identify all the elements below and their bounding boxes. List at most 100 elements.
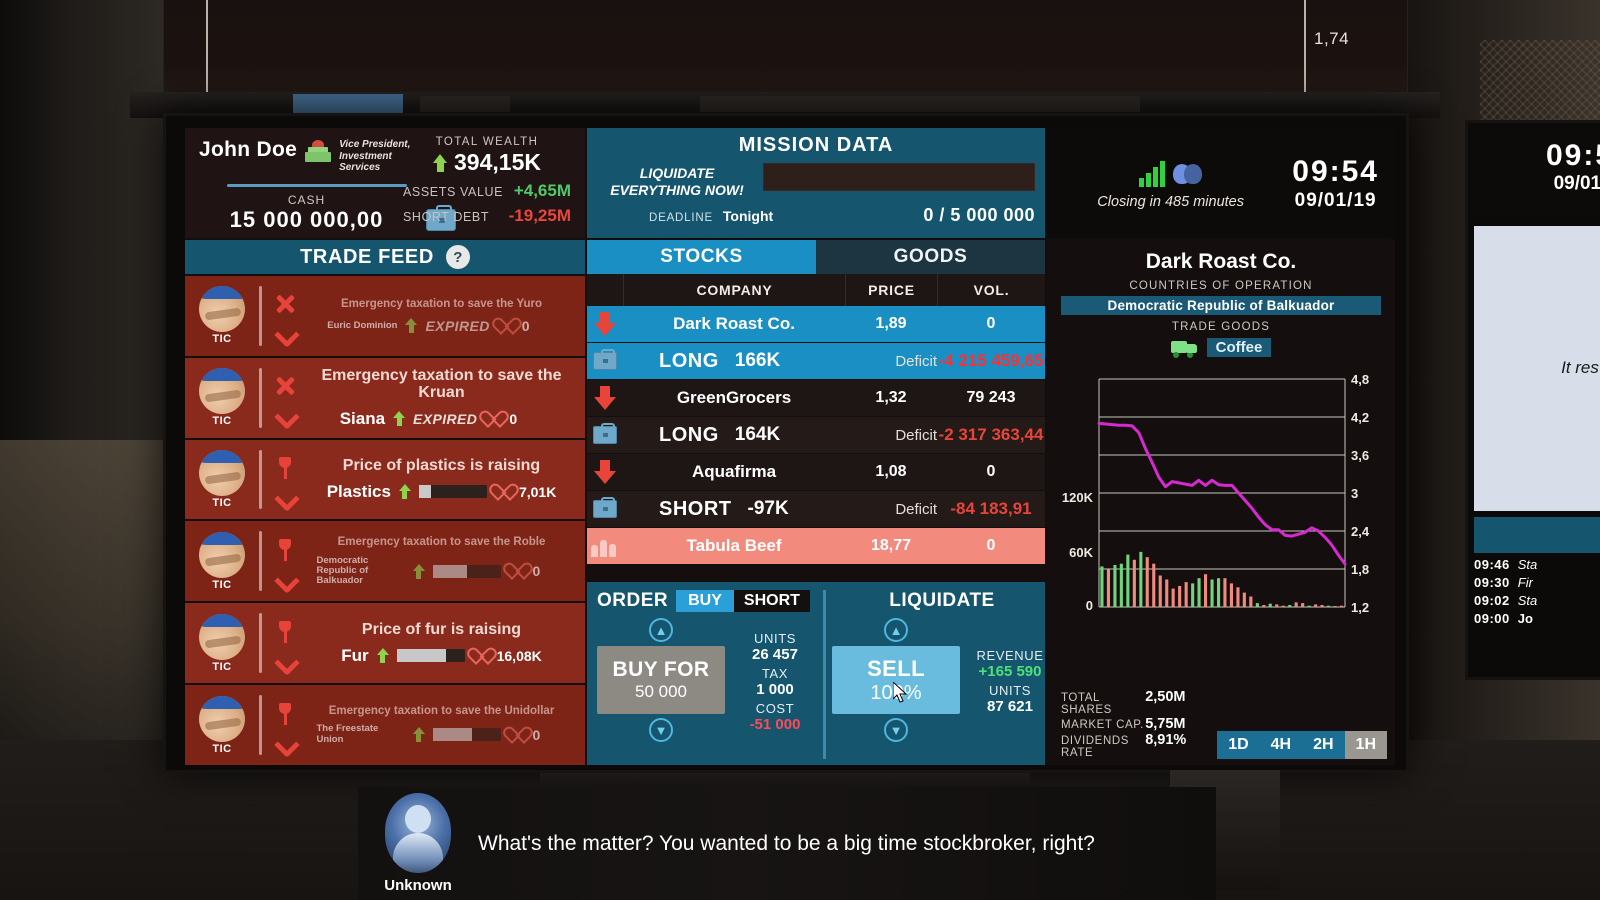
timeframe-buttons[interactable]: 1D 4H 2H 1H (1217, 731, 1387, 759)
column-company: COMPANY (623, 274, 845, 306)
feed-item-progress (396, 649, 465, 663)
assets-value-amount: +4,65M (513, 181, 571, 200)
stock-price: 1,32 (875, 389, 907, 406)
arrow-up-circle-icon[interactable]: ▲ (884, 618, 908, 642)
liquidate-body: ▲ SELL 100% ▼ REVENUE +165 590 UNITS 87 … (832, 618, 1052, 742)
closing-text: Closing in 485 minutes (1097, 194, 1244, 210)
feed-item[interactable]: TIC Emergency taxation to save the Yuro … (185, 276, 585, 356)
timeframe-4h[interactable]: 4H (1259, 731, 1303, 759)
stock-volume: 0 (986, 463, 996, 480)
feed-item-source-label: TIC (212, 333, 232, 346)
top-monitor-chart-frame (206, 0, 1306, 101)
buy-button-amount: 50 000 (635, 682, 687, 701)
feed-item-subject: Euric Dominion (327, 319, 398, 331)
buy-short-toggle[interactable]: BUY SHORT (676, 590, 810, 612)
pin-icon (276, 457, 294, 480)
liquidate-units-value: 87 621 (987, 698, 1033, 715)
dialogue-box[interactable]: Unknown What's the matter? You wanted to… (358, 787, 1216, 900)
timeframe-2h[interactable]: 2H (1302, 731, 1345, 759)
dialogue-speaker-name: Unknown (384, 877, 452, 894)
buy-button[interactable]: BUY FOR 50 000 (597, 646, 725, 714)
log-row: 09:30 Fir (1474, 575, 1600, 590)
market-rows[interactable]: Dark Roast Co. 1,89 0 LONG 166K Deficit … (587, 306, 1045, 582)
heart-icon[interactable] (509, 728, 525, 742)
main-monitor: John Doe Vice President, Investment Serv… (163, 113, 1409, 773)
order-cost-value: -51 000 (749, 715, 801, 733)
position-type: LONG (659, 423, 719, 446)
stock-name: Tabula Beef (686, 536, 782, 555)
position-quantity: 166K (734, 350, 781, 371)
position-row[interactable]: LONG 164K Deficit -2 317 363,44 (587, 417, 1045, 453)
desk-left (0, 440, 180, 740)
help-icon[interactable]: ? (445, 245, 470, 269)
feed-item[interactable]: TIC Emergency taxation to save the Unido… (185, 685, 585, 765)
feed-item[interactable]: TIC Price of plastics is raising Plastic… (185, 439, 585, 520)
stock-row[interactable]: GreenGrocers 1,32 79 243 (587, 380, 1045, 416)
heart-icon[interactable] (485, 412, 501, 426)
feed-item-divider (259, 695, 262, 755)
chevron-down-icon[interactable] (275, 654, 295, 666)
feed-item-icons (270, 444, 300, 516)
side-clock: 09:5 09/01/ (1468, 123, 1600, 218)
mission-progress-bar (763, 163, 1035, 191)
shelf-blue-object (293, 94, 403, 114)
feed-item-source: TIC (193, 450, 251, 509)
arrow-down-circle-icon[interactable]: ▼ (649, 718, 673, 742)
log-message: Jo (1517, 611, 1533, 626)
feed-item[interactable]: TIC Emergency taxation to save the Kruan… (185, 357, 585, 438)
dialogue-speaker: Unknown (376, 793, 460, 894)
heart-icon[interactable] (498, 319, 514, 333)
feed-item-source: TIC (193, 368, 251, 427)
market-panel: STOCKS GOODS COMPANY PRICE VOL. Dark Roas… (587, 240, 1045, 765)
sell-stepper[interactable]: ▲ SELL 100% ▼ (832, 618, 960, 742)
price-chart[interactable]: 4,8 4,2 3,6 3 2,4 1,8 1,2 120K 60K 0 (1055, 367, 1387, 687)
arrow-down-circle-icon[interactable]: ▼ (884, 718, 908, 742)
stock-row[interactable]: Tabula Beef 18,77 0 (587, 528, 1045, 564)
feed-item-likes: 16,08K (496, 647, 542, 664)
market-tabs[interactable]: STOCKS GOODS (587, 240, 1045, 274)
arrow-up-circle-icon[interactable]: ▲ (649, 618, 673, 642)
position-row[interactable]: SHORT -97K Deficit -84 183,91 (587, 491, 1045, 527)
heart-icon[interactable] (495, 485, 511, 499)
chevron-down-icon[interactable] (275, 490, 295, 502)
mission-progress-value: 0 / 5 000 000 (923, 205, 1035, 226)
x-icon (275, 294, 295, 314)
tab-stocks[interactable]: STOCKS (587, 240, 816, 274)
chevron-down-icon[interactable] (275, 326, 295, 338)
timeframe-1d[interactable]: 1D (1217, 731, 1260, 759)
trade-feed-list[interactable]: TIC Emergency taxation to save the Yuro … (185, 274, 585, 765)
timeframe-1h[interactable]: 1H (1344, 731, 1387, 759)
log-time: 09:30 (1474, 575, 1510, 590)
short-tab[interactable]: SHORT (733, 590, 810, 612)
position-info: SHORT -97K (623, 498, 845, 521)
clock-panel: Closing in 485 minutes 09:54 09/01/19 (1047, 128, 1395, 238)
heart-icon[interactable] (473, 649, 489, 663)
sell-button[interactable]: SELL 100% (832, 646, 960, 714)
chevron-down-icon[interactable] (275, 736, 295, 748)
country-chip[interactable]: Democratic Republic of Balkuador (1061, 296, 1381, 315)
svg-text:4,2: 4,2 (1351, 410, 1369, 425)
buy-tab[interactable]: BUY (676, 590, 734, 612)
stock-row[interactable]: Dark Roast Co. 1,89 0 (587, 306, 1045, 342)
good-chip[interactable]: Coffee (1206, 338, 1272, 357)
svg-text:1,2: 1,2 (1351, 600, 1369, 615)
short-debt-amount: -19,25M (508, 206, 571, 225)
stock-volume: 0 (986, 315, 996, 332)
position-row[interactable]: LONG 166K Deficit -4 215 459,65 (587, 343, 1045, 379)
stock-row[interactable]: Aquafirma 1,08 0 (587, 454, 1045, 490)
feed-item-divider (259, 531, 262, 592)
feed-item-icons (270, 525, 300, 597)
feed-item-main: Price of fur is raising Fur 16,08K (306, 621, 577, 666)
feed-item[interactable]: TIC Emergency taxation to save the Roble… (185, 521, 585, 602)
tab-goods[interactable]: GOODS (816, 240, 1045, 274)
side-document[interactable]: It res (1474, 226, 1600, 511)
heart-icon[interactable] (509, 564, 525, 578)
stock-price: 18,77 (870, 537, 912, 554)
market-cap-row: MARKET CAP. 5,75M (1061, 716, 1207, 732)
order-header: ORDER BUY SHORT (597, 590, 817, 612)
chevron-down-icon[interactable] (275, 572, 295, 584)
feed-item[interactable]: TIC Price of fur is raising Fur 16,08K (185, 603, 585, 684)
buy-stepper[interactable]: ▲ BUY FOR 50 000 ▼ (597, 618, 725, 742)
handshake-avatar (199, 450, 245, 497)
chevron-down-icon[interactable] (275, 408, 295, 420)
